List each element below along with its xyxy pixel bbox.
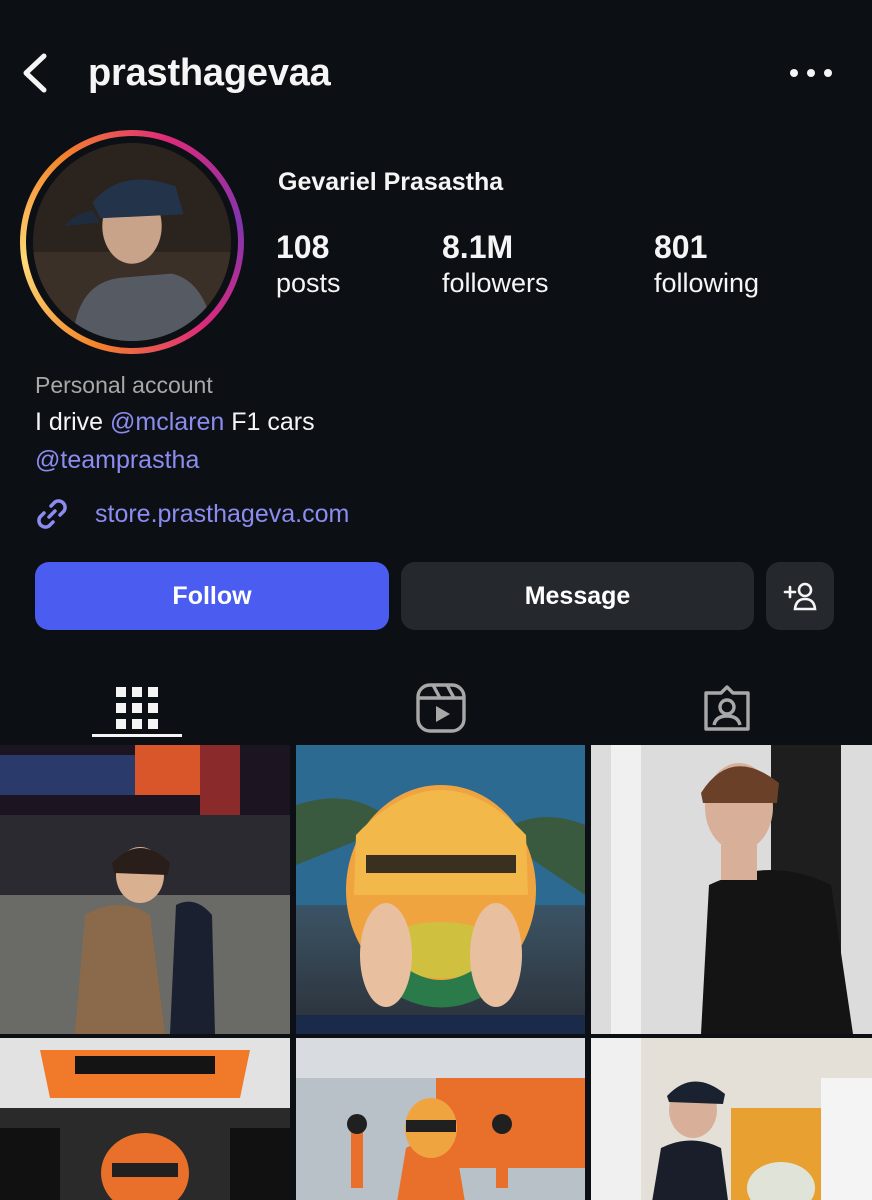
back-button[interactable]	[14, 50, 54, 96]
tab-reels[interactable]	[396, 672, 486, 744]
bio-mention-link[interactable]: @mclaren	[110, 408, 224, 436]
post-image	[0, 745, 290, 1034]
avatar-frame	[26, 136, 238, 348]
post-thumbnail[interactable]	[0, 1038, 290, 1200]
account-category: Personal account	[35, 372, 213, 398]
profile-username: prasthagevaa	[88, 52, 331, 94]
avatar-person-image	[33, 143, 231, 341]
followers-count[interactable]: 8.1M followers	[442, 228, 549, 300]
top-bar: prasthagevaa	[0, 0, 872, 150]
active-tab-indicator	[92, 734, 182, 737]
post-thumbnail[interactable]	[296, 1038, 585, 1200]
bio-mention-link-2[interactable]: @teamprastha	[35, 446, 199, 475]
bio-prefix: I drive	[35, 408, 111, 436]
following-value: 801	[654, 229, 708, 265]
followers-label: followers	[442, 268, 549, 298]
avatar	[33, 143, 231, 341]
post-image	[591, 1038, 872, 1200]
link-text: store.prasthageva.com	[95, 499, 350, 528]
dot-icon	[807, 69, 815, 77]
following-label: following	[654, 268, 760, 298]
add-person-icon	[783, 582, 817, 611]
post-thumbnail[interactable]	[0, 745, 290, 1034]
dot-icon	[790, 69, 798, 77]
dot-icon	[824, 69, 832, 77]
following-count[interactable]: 801 following	[654, 228, 759, 300]
external-link[interactable]: store.prasthageva.com	[33, 494, 349, 534]
post-thumbnail[interactable]	[591, 745, 872, 1034]
posts-value: 108	[276, 229, 330, 265]
tagged-icon	[704, 685, 750, 731]
avatar-story-ring[interactable]	[20, 130, 244, 354]
chevron-left-icon	[23, 53, 47, 93]
message-button[interactable]: Message	[401, 562, 754, 630]
follow-button[interactable]: Follow	[35, 562, 389, 630]
post-image	[0, 1038, 290, 1200]
posts-label: posts	[276, 268, 341, 298]
reels-icon	[416, 683, 466, 733]
tab-tagged[interactable]	[682, 672, 772, 744]
posts-count[interactable]: 108 posts	[276, 228, 341, 300]
bio-text: I drive @mclaren F1 cars	[35, 408, 315, 437]
post-thumbnail[interactable]	[296, 745, 585, 1034]
display-name: Gevariel Prasastha	[278, 168, 504, 196]
post-image	[296, 745, 585, 1034]
link-icon	[37, 499, 67, 529]
post-image	[591, 745, 872, 1034]
post-thumbnail[interactable]	[591, 1038, 872, 1200]
bio-suffix: F1 cars	[224, 408, 315, 436]
grid-icon	[116, 687, 158, 729]
suggested-users-button[interactable]	[766, 562, 834, 630]
more-options-button[interactable]	[790, 62, 832, 84]
post-image	[296, 1038, 585, 1200]
followers-value: 8.1M	[442, 229, 514, 265]
